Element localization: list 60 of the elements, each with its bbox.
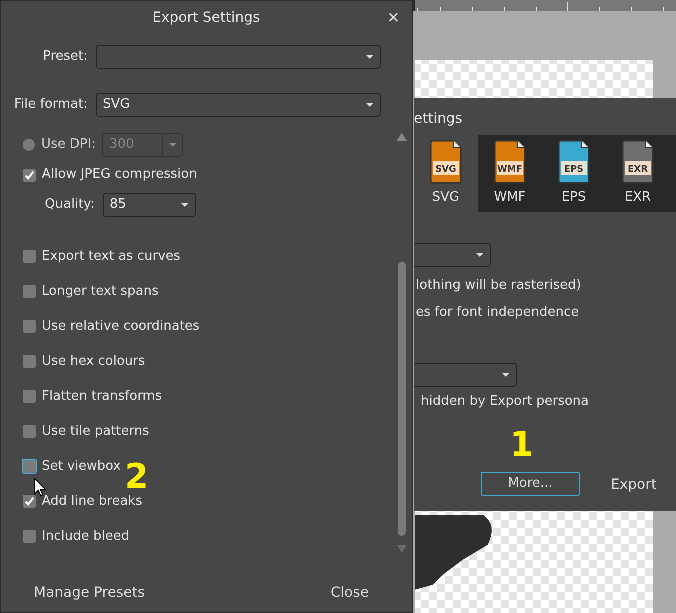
quality-dropdown[interactable]: 85 xyxy=(102,193,196,217)
option-label: Use tile patterns xyxy=(42,422,150,441)
checkbox[interactable] xyxy=(23,250,36,263)
field-label: Use DPI: xyxy=(42,136,96,154)
caret-icon xyxy=(502,373,510,377)
option-label: lothing will be rasterised) xyxy=(416,277,582,295)
option-label: Longer text spans xyxy=(42,282,159,301)
file-icon xyxy=(621,140,655,184)
option-label: Use relative coordinates xyxy=(42,318,200,336)
option-label: Add line breaks xyxy=(42,492,142,511)
tab-label: EXR xyxy=(624,188,652,207)
file-icon xyxy=(493,140,527,184)
option-label: Include bleed xyxy=(42,528,130,546)
field-label: Preset: xyxy=(42,48,89,66)
file-icon xyxy=(429,140,463,184)
manage-presets-button[interactable]: Manage Presets xyxy=(34,583,146,604)
dialog-title: Export Settings xyxy=(152,8,260,28)
option-label: es for font independence xyxy=(416,304,580,322)
tab-label: SVG xyxy=(432,188,460,207)
caret-icon xyxy=(168,143,177,147)
format-tab[interactable]: SVG SVG xyxy=(414,135,478,212)
format-text: WMF xyxy=(497,164,523,177)
format-text: EXR xyxy=(626,164,650,177)
checkbox[interactable] xyxy=(23,355,36,368)
field-label: Quality: xyxy=(45,196,95,214)
tab-label: EPS xyxy=(562,188,586,207)
file-icon xyxy=(557,140,591,184)
format-dropdown[interactable] xyxy=(414,243,491,267)
format-text: EPS xyxy=(563,164,585,177)
format-text: SVG xyxy=(434,164,458,177)
option-label: Allow JPEG compression xyxy=(42,166,198,184)
tab-label: WMF xyxy=(494,188,526,207)
setting-dropdown[interactable] xyxy=(414,363,517,387)
option-label: Export text as curves xyxy=(42,248,181,266)
option-label: Set viewbox xyxy=(42,458,121,476)
checkbox[interactable] xyxy=(23,168,36,182)
checkbox[interactable] xyxy=(23,285,36,298)
checkbox[interactable] xyxy=(23,425,36,438)
option-label: hidden by Export persona xyxy=(421,393,590,411)
scrollbar[interactable] xyxy=(396,132,408,554)
caret-icon xyxy=(476,253,484,257)
caret-icon xyxy=(366,55,374,59)
checkbox[interactable] xyxy=(23,320,36,333)
option-label: Flatten transforms xyxy=(42,388,162,406)
cursor-icon xyxy=(34,478,47,497)
checkbox[interactable] xyxy=(23,495,36,508)
option-label: Use hex colours xyxy=(42,352,146,371)
field-label: File format: xyxy=(13,96,89,114)
checkbox[interactable] xyxy=(23,390,36,403)
export-button[interactable]: Export xyxy=(611,475,657,496)
dialog-title: ettings xyxy=(414,110,463,129)
annotation-number: 1 xyxy=(510,428,534,462)
checkbox[interactable] xyxy=(23,530,36,543)
caret-icon xyxy=(366,103,374,107)
preset-dropdown[interactable] xyxy=(96,45,381,69)
more-button[interactable]: More... xyxy=(481,472,580,496)
format-dropdown[interactable]: SVG xyxy=(96,93,381,117)
annotation-number: 2 xyxy=(125,460,149,494)
caret-icon xyxy=(180,203,189,207)
close-button[interactable]: Close xyxy=(330,583,369,604)
